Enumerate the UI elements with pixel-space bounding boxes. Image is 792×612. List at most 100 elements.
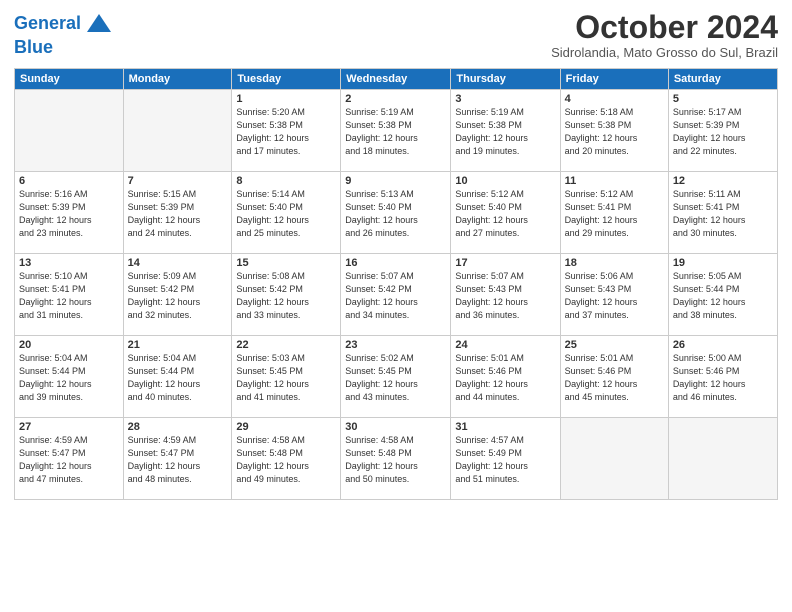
day-number: 25: [565, 339, 664, 351]
calendar-cell: 16Sunrise: 5:07 AM Sunset: 5:42 PM Dayli…: [341, 254, 451, 336]
day-info: Sunrise: 5:11 AM Sunset: 5:41 PM Dayligh…: [673, 188, 773, 240]
day-number: 27: [19, 421, 119, 433]
day-info: Sunrise: 5:07 AM Sunset: 5:42 PM Dayligh…: [345, 270, 446, 322]
calendar-cell: 25Sunrise: 5:01 AM Sunset: 5:46 PM Dayli…: [560, 336, 668, 418]
day-info: Sunrise: 5:00 AM Sunset: 5:46 PM Dayligh…: [673, 352, 773, 404]
calendar-cell: 24Sunrise: 5:01 AM Sunset: 5:46 PM Dayli…: [451, 336, 560, 418]
calendar-cell: 8Sunrise: 5:14 AM Sunset: 5:40 PM Daylig…: [232, 172, 341, 254]
week-row-4: 20Sunrise: 5:04 AM Sunset: 5:44 PM Dayli…: [15, 336, 778, 418]
day-info: Sunrise: 5:12 AM Sunset: 5:40 PM Dayligh…: [455, 188, 555, 240]
day-info: Sunrise: 5:19 AM Sunset: 5:38 PM Dayligh…: [455, 106, 555, 158]
calendar-cell: 30Sunrise: 4:58 AM Sunset: 5:48 PM Dayli…: [341, 418, 451, 500]
day-number: 24: [455, 339, 555, 351]
col-header-wednesday: Wednesday: [341, 69, 451, 90]
calendar-cell: 12Sunrise: 5:11 AM Sunset: 5:41 PM Dayli…: [668, 172, 777, 254]
col-header-friday: Friday: [560, 69, 668, 90]
day-number: 15: [236, 257, 336, 269]
day-info: Sunrise: 4:59 AM Sunset: 5:47 PM Dayligh…: [128, 434, 228, 486]
day-info: Sunrise: 5:04 AM Sunset: 5:44 PM Dayligh…: [19, 352, 119, 404]
week-row-5: 27Sunrise: 4:59 AM Sunset: 5:47 PM Dayli…: [15, 418, 778, 500]
page: General Blue October 2024 Sidrolandia, M…: [0, 0, 792, 612]
day-info: Sunrise: 5:16 AM Sunset: 5:39 PM Dayligh…: [19, 188, 119, 240]
day-number: 10: [455, 175, 555, 187]
day-info: Sunrise: 5:19 AM Sunset: 5:38 PM Dayligh…: [345, 106, 446, 158]
day-info: Sunrise: 5:01 AM Sunset: 5:46 PM Dayligh…: [565, 352, 664, 404]
calendar-cell: 17Sunrise: 5:07 AM Sunset: 5:43 PM Dayli…: [451, 254, 560, 336]
day-info: Sunrise: 5:04 AM Sunset: 5:44 PM Dayligh…: [128, 352, 228, 404]
day-number: 6: [19, 175, 119, 187]
day-number: 2: [345, 93, 446, 105]
calendar-cell: 11Sunrise: 5:12 AM Sunset: 5:41 PM Dayli…: [560, 172, 668, 254]
day-number: 12: [673, 175, 773, 187]
calendar-cell: 2Sunrise: 5:19 AM Sunset: 5:38 PM Daylig…: [341, 90, 451, 172]
day-info: Sunrise: 4:58 AM Sunset: 5:48 PM Dayligh…: [345, 434, 446, 486]
day-number: 31: [455, 421, 555, 433]
day-info: Sunrise: 5:14 AM Sunset: 5:40 PM Dayligh…: [236, 188, 336, 240]
calendar-cell: 29Sunrise: 4:58 AM Sunset: 5:48 PM Dayli…: [232, 418, 341, 500]
day-number: 1: [236, 93, 336, 105]
calendar-cell: [668, 418, 777, 500]
day-info: Sunrise: 5:06 AM Sunset: 5:43 PM Dayligh…: [565, 270, 664, 322]
calendar-cell: 22Sunrise: 5:03 AM Sunset: 5:45 PM Dayli…: [232, 336, 341, 418]
col-header-sunday: Sunday: [15, 69, 124, 90]
day-number: 19: [673, 257, 773, 269]
calendar-cell: 19Sunrise: 5:05 AM Sunset: 5:44 PM Dayli…: [668, 254, 777, 336]
calendar-cell: 23Sunrise: 5:02 AM Sunset: 5:45 PM Dayli…: [341, 336, 451, 418]
calendar-cell: 3Sunrise: 5:19 AM Sunset: 5:38 PM Daylig…: [451, 90, 560, 172]
day-info: Sunrise: 5:03 AM Sunset: 5:45 PM Dayligh…: [236, 352, 336, 404]
title-block: October 2024 Sidrolandia, Mato Grosso do…: [551, 10, 778, 60]
calendar-header-row: SundayMondayTuesdayWednesdayThursdayFrid…: [15, 69, 778, 90]
col-header-thursday: Thursday: [451, 69, 560, 90]
day-info: Sunrise: 5:20 AM Sunset: 5:38 PM Dayligh…: [236, 106, 336, 158]
day-info: Sunrise: 5:01 AM Sunset: 5:46 PM Dayligh…: [455, 352, 555, 404]
month-title: October 2024: [551, 10, 778, 45]
calendar-cell: 1Sunrise: 5:20 AM Sunset: 5:38 PM Daylig…: [232, 90, 341, 172]
day-number: 20: [19, 339, 119, 351]
day-info: Sunrise: 5:02 AM Sunset: 5:45 PM Dayligh…: [345, 352, 446, 404]
day-info: Sunrise: 5:18 AM Sunset: 5:38 PM Dayligh…: [565, 106, 664, 158]
day-number: 7: [128, 175, 228, 187]
calendar-cell: 13Sunrise: 5:10 AM Sunset: 5:41 PM Dayli…: [15, 254, 124, 336]
calendar-cell: 5Sunrise: 5:17 AM Sunset: 5:39 PM Daylig…: [668, 90, 777, 172]
calendar-cell: 10Sunrise: 5:12 AM Sunset: 5:40 PM Dayli…: [451, 172, 560, 254]
subtitle: Sidrolandia, Mato Grosso do Sul, Brazil: [551, 45, 778, 60]
day-info: Sunrise: 5:13 AM Sunset: 5:40 PM Dayligh…: [345, 188, 446, 240]
day-info: Sunrise: 5:15 AM Sunset: 5:39 PM Dayligh…: [128, 188, 228, 240]
col-header-tuesday: Tuesday: [232, 69, 341, 90]
day-number: 23: [345, 339, 446, 351]
day-number: 26: [673, 339, 773, 351]
calendar-cell: 18Sunrise: 5:06 AM Sunset: 5:43 PM Dayli…: [560, 254, 668, 336]
day-number: 14: [128, 257, 228, 269]
day-info: Sunrise: 5:10 AM Sunset: 5:41 PM Dayligh…: [19, 270, 119, 322]
day-number: 8: [236, 175, 336, 187]
day-info: Sunrise: 5:07 AM Sunset: 5:43 PM Dayligh…: [455, 270, 555, 322]
day-number: 11: [565, 175, 664, 187]
week-row-1: 1Sunrise: 5:20 AM Sunset: 5:38 PM Daylig…: [15, 90, 778, 172]
calendar-cell: 27Sunrise: 4:59 AM Sunset: 5:47 PM Dayli…: [15, 418, 124, 500]
day-info: Sunrise: 5:09 AM Sunset: 5:42 PM Dayligh…: [128, 270, 228, 322]
week-row-2: 6Sunrise: 5:16 AM Sunset: 5:39 PM Daylig…: [15, 172, 778, 254]
day-number: 4: [565, 93, 664, 105]
calendar-cell: 21Sunrise: 5:04 AM Sunset: 5:44 PM Dayli…: [123, 336, 232, 418]
col-header-monday: Monday: [123, 69, 232, 90]
day-info: Sunrise: 5:08 AM Sunset: 5:42 PM Dayligh…: [236, 270, 336, 322]
logo-icon: [85, 10, 113, 38]
logo: General Blue: [14, 10, 113, 58]
calendar-cell: 14Sunrise: 5:09 AM Sunset: 5:42 PM Dayli…: [123, 254, 232, 336]
day-number: 5: [673, 93, 773, 105]
calendar-cell: 6Sunrise: 5:16 AM Sunset: 5:39 PM Daylig…: [15, 172, 124, 254]
calendar-cell: [560, 418, 668, 500]
day-info: Sunrise: 5:05 AM Sunset: 5:44 PM Dayligh…: [673, 270, 773, 322]
calendar-cell: 20Sunrise: 5:04 AM Sunset: 5:44 PM Dayli…: [15, 336, 124, 418]
day-number: 30: [345, 421, 446, 433]
calendar-cell: 4Sunrise: 5:18 AM Sunset: 5:38 PM Daylig…: [560, 90, 668, 172]
col-header-saturday: Saturday: [668, 69, 777, 90]
calendar-cell: 7Sunrise: 5:15 AM Sunset: 5:39 PM Daylig…: [123, 172, 232, 254]
day-info: Sunrise: 4:58 AM Sunset: 5:48 PM Dayligh…: [236, 434, 336, 486]
calendar-table: SundayMondayTuesdayWednesdayThursdayFrid…: [14, 68, 778, 500]
day-number: 18: [565, 257, 664, 269]
day-info: Sunrise: 4:59 AM Sunset: 5:47 PM Dayligh…: [19, 434, 119, 486]
week-row-3: 13Sunrise: 5:10 AM Sunset: 5:41 PM Dayli…: [15, 254, 778, 336]
calendar-cell: [123, 90, 232, 172]
header: General Blue October 2024 Sidrolandia, M…: [14, 10, 778, 60]
